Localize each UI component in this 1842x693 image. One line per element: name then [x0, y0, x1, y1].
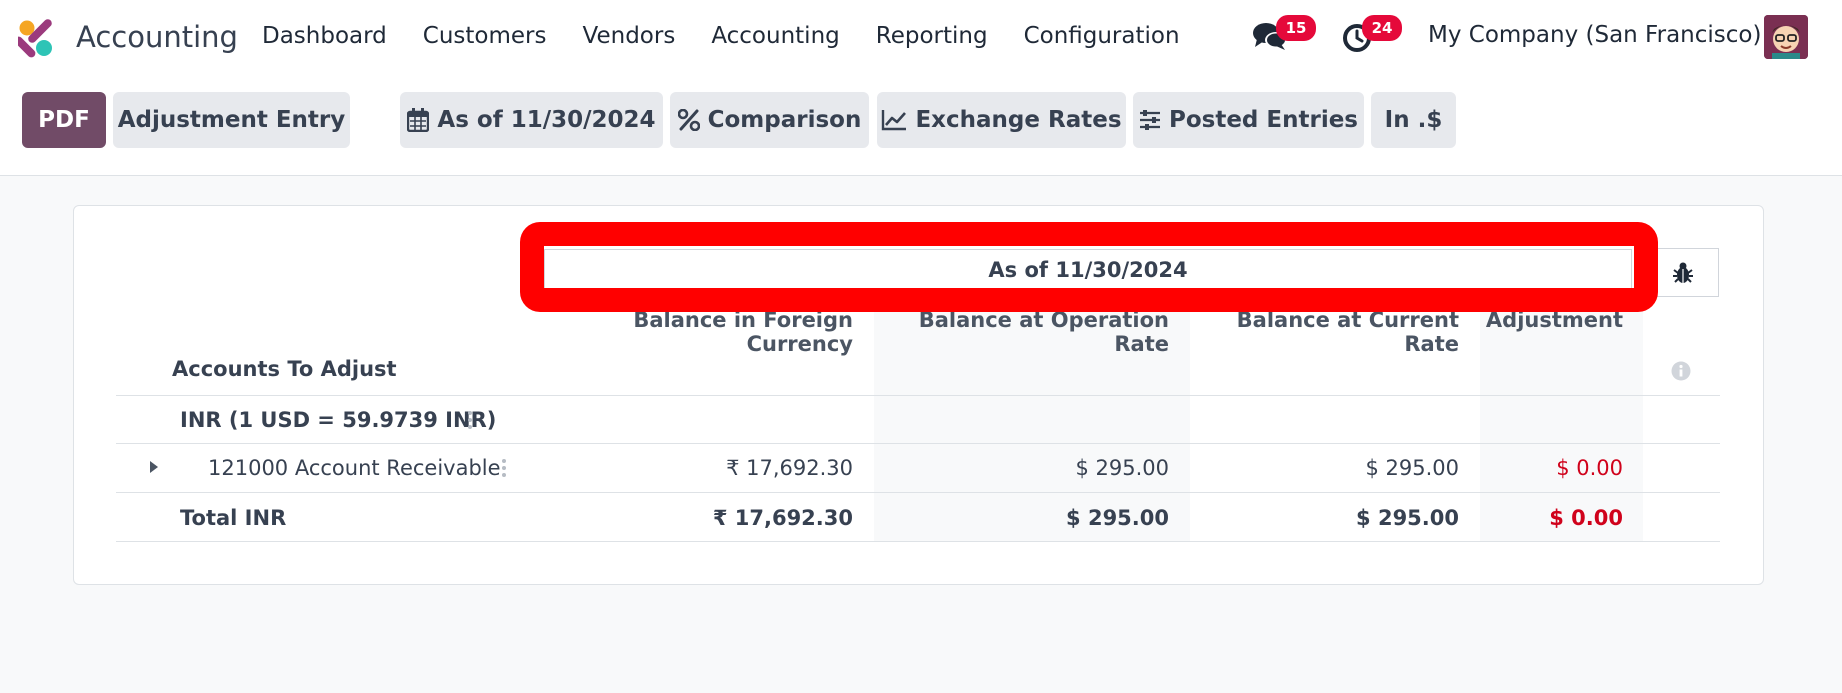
- account-adjustment: $ 0.00: [1556, 456, 1623, 480]
- account-foreign-balance: ₹ 17,692.30: [726, 456, 853, 480]
- posted-entries-button[interactable]: Posted Entries: [1133, 92, 1364, 148]
- period-header: As of 11/30/2024: [544, 249, 1632, 289]
- total-line-label: Total INR: [180, 506, 287, 530]
- divider: [116, 443, 1720, 444]
- divider: [116, 541, 1720, 542]
- menu-dashboard[interactable]: Dashboard: [262, 23, 387, 49]
- total-operation-balance: $ 295.00: [1066, 506, 1169, 530]
- account-current-balance: $ 295.00: [1365, 456, 1459, 480]
- posted-entries-label: Posted Entries: [1168, 107, 1358, 133]
- adjustment-entry-label: Adjustment Entry: [117, 107, 346, 133]
- adjustment-column-bg: [1480, 300, 1643, 541]
- col-current-rate[interactable]: Balance at Current Rate: [1190, 308, 1459, 356]
- col-adjustment[interactable]: Adjustment: [1480, 308, 1623, 332]
- exchange-rates-label: Exchange Rates: [915, 107, 1122, 133]
- activities-badge: 24: [1362, 15, 1402, 41]
- account-line-label[interactable]: 121000 Account Receivable: [208, 456, 501, 480]
- currency-label: In .$: [1384, 107, 1443, 133]
- user-avatar[interactable]: [1764, 15, 1808, 59]
- info-icon[interactable]: [1671, 361, 1691, 381]
- debug-button[interactable]: [1647, 248, 1719, 297]
- messages-badge: 15: [1276, 15, 1316, 41]
- calendar-icon: [407, 108, 430, 132]
- menu-vendors[interactable]: Vendors: [583, 23, 676, 49]
- top-navbar: Accounting Dashboard Customers Vendors A…: [0, 0, 1842, 76]
- group-options-icon[interactable]: [468, 411, 472, 432]
- pdf-button[interactable]: PDF: [22, 92, 106, 148]
- sliders-icon: [1139, 110, 1160, 130]
- company-switcher[interactable]: My Company (San Francisco): [1428, 22, 1761, 48]
- adjustment-entry-button[interactable]: Adjustment Entry: [113, 92, 350, 148]
- menu-configuration[interactable]: Configuration: [1024, 23, 1180, 49]
- divider: [116, 492, 1720, 493]
- app-title[interactable]: Accounting: [76, 20, 238, 54]
- total-adjustment: $ 0.00: [1549, 506, 1623, 530]
- menu-accounting[interactable]: Accounting: [711, 23, 839, 49]
- menu-customers[interactable]: Customers: [423, 23, 547, 49]
- bug-icon: [1673, 262, 1693, 283]
- expand-caret-icon[interactable]: [149, 460, 159, 474]
- divider: [116, 395, 1720, 396]
- col-operation-rate[interactable]: Balance at Operation Rate: [874, 308, 1169, 356]
- account-options-icon[interactable]: [502, 459, 506, 480]
- percent-icon: [677, 109, 700, 131]
- total-foreign-balance: ₹ 17,692.30: [712, 506, 853, 530]
- main-menu: Dashboard Customers Vendors Accounting R…: [262, 23, 1216, 49]
- total-current-balance: $ 295.00: [1356, 506, 1459, 530]
- currency-button[interactable]: In .$: [1371, 92, 1456, 148]
- control-panel: PDF Adjustment Entry As of 11/30/2024 Co…: [0, 76, 1842, 176]
- col-foreign-currency[interactable]: Balance in Foreign Currency: [540, 308, 853, 356]
- comparison-label: Comparison: [707, 107, 862, 133]
- comparison-button[interactable]: Comparison: [670, 92, 869, 148]
- pdf-button-label: PDF: [38, 107, 90, 133]
- accounting-app-icon[interactable]: [18, 18, 58, 58]
- date-filter-label: As of 11/30/2024: [437, 107, 656, 133]
- exchange-rates-button[interactable]: Exchange Rates: [877, 92, 1126, 148]
- currency-group-label[interactable]: INR (1 USD = 59.9739 INR): [180, 408, 496, 432]
- account-operation-balance: $ 295.00: [1075, 456, 1169, 480]
- menu-reporting[interactable]: Reporting: [876, 23, 988, 49]
- date-filter-button[interactable]: As of 11/30/2024: [400, 92, 663, 148]
- line-chart-icon: [882, 110, 907, 131]
- accounts-to-adjust-title: Accounts To Adjust: [172, 357, 397, 381]
